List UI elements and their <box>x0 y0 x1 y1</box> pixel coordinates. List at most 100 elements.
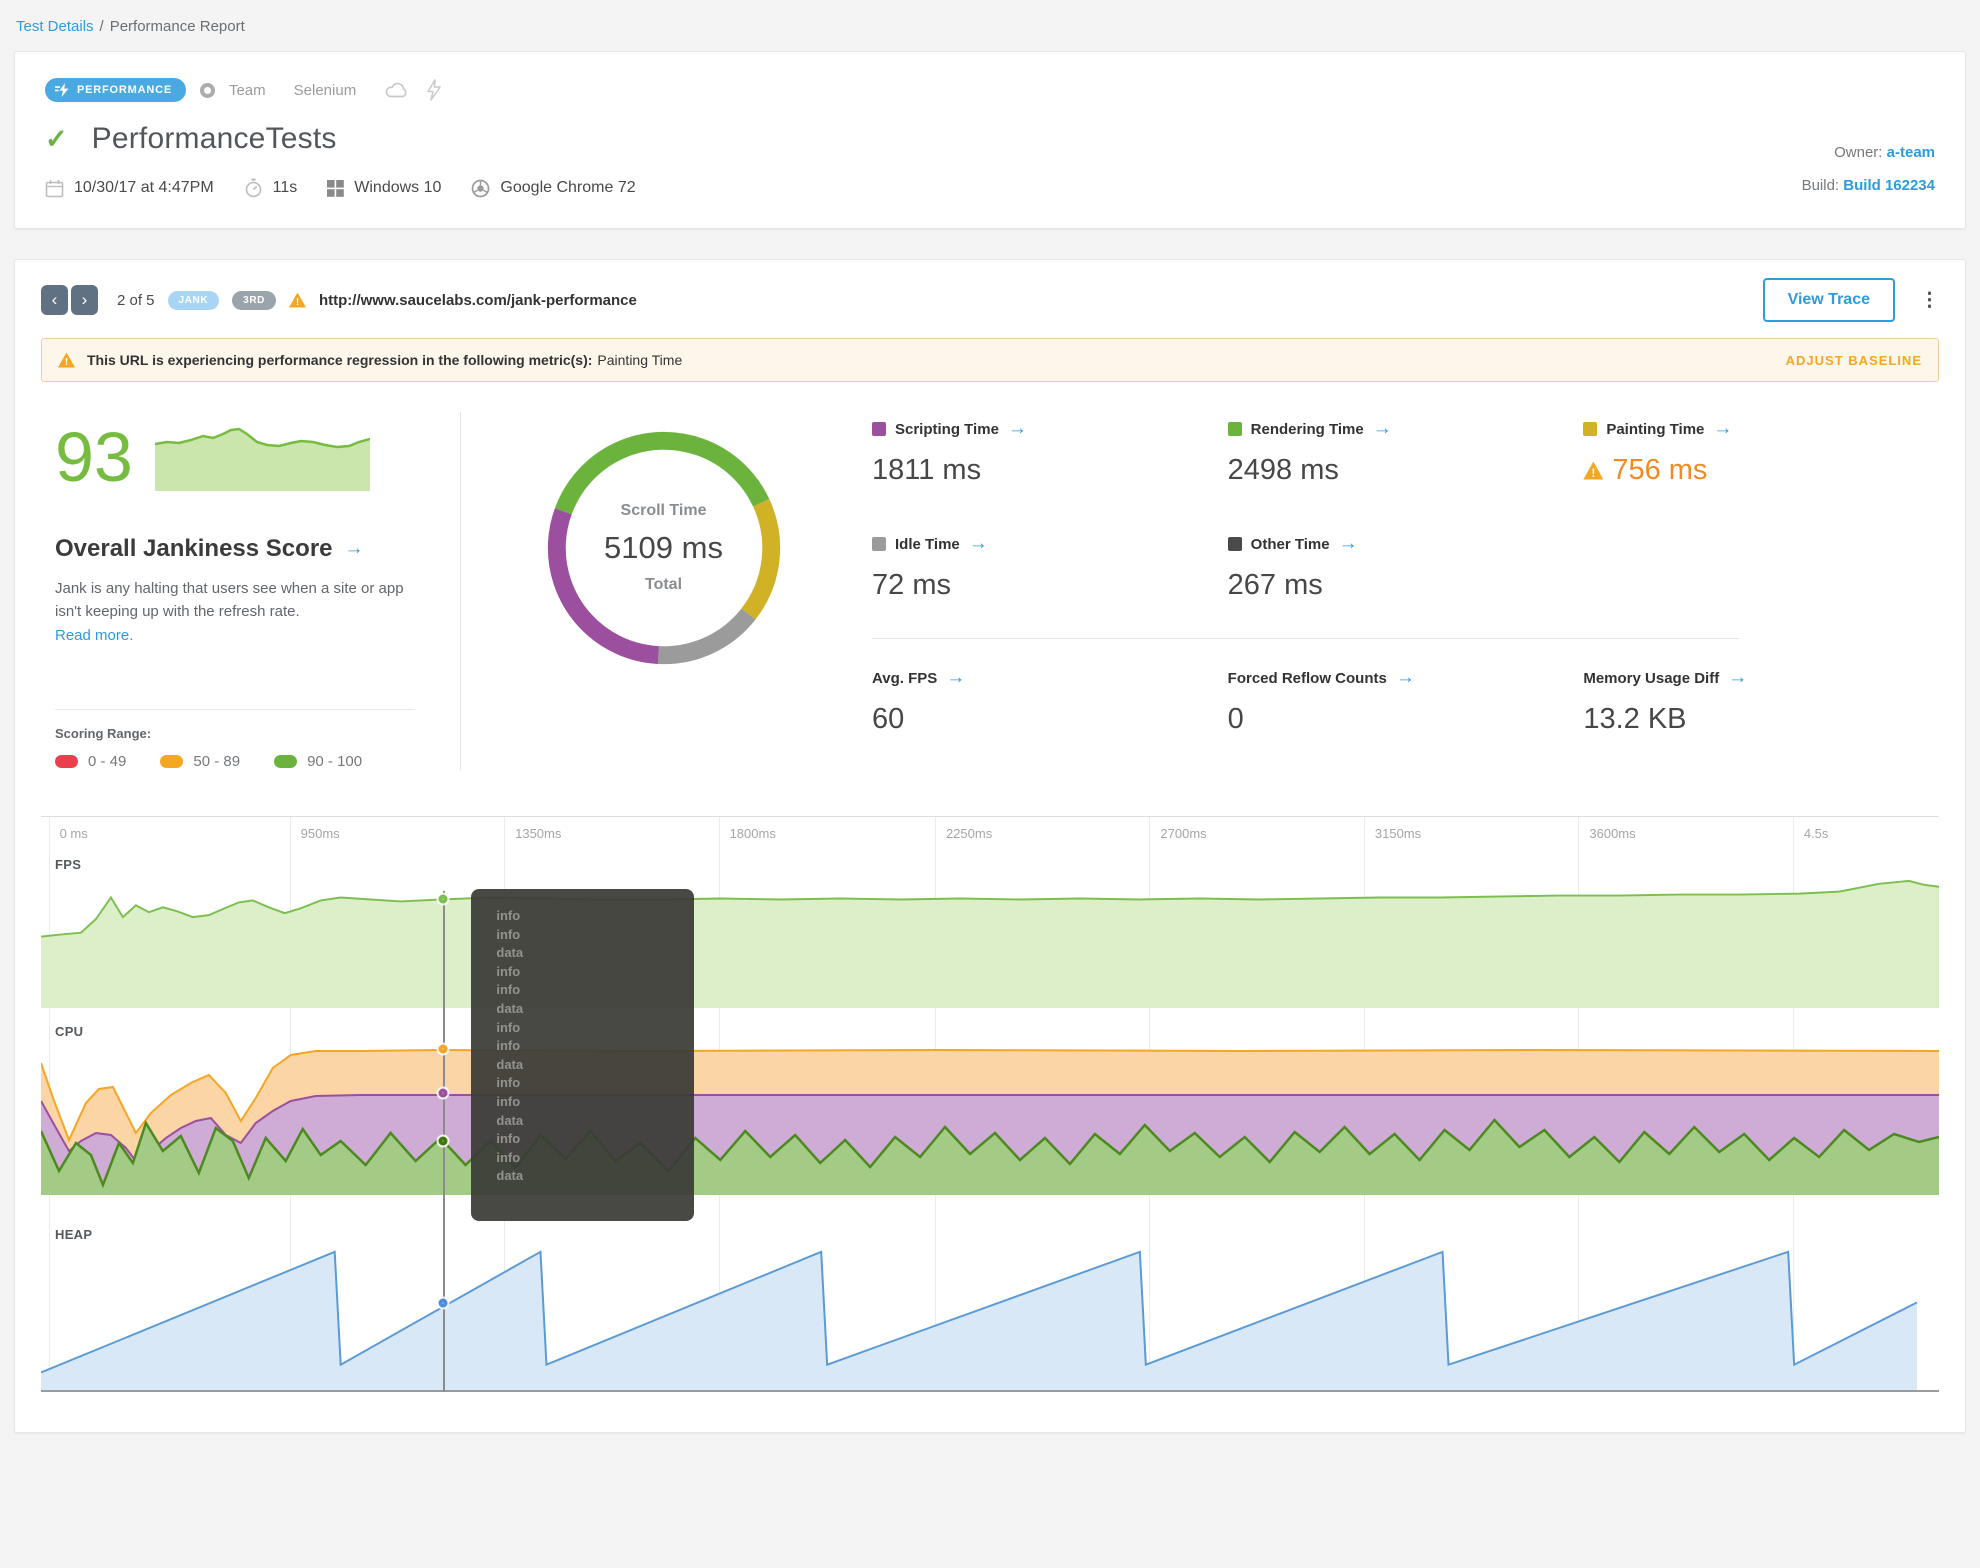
metrics-divider <box>872 638 1739 639</box>
metric-avg-fps: Avg. FPS 60 <box>872 667 1228 736</box>
framework-label: Selenium <box>293 81 357 99</box>
metric-arrow-icon[interactable] <box>1396 667 1415 689</box>
jank-badge: JANK <box>167 290 220 310</box>
url-position: 2 of 5 <box>117 291 155 309</box>
tooltip-row: info <box>496 963 521 979</box>
os-group: Windows 10 <box>327 179 441 197</box>
cursor-marker-cpu-scripting <box>438 1088 448 1098</box>
test-header-card: PERFORMANCE Team Selenium PerformanceTes… <box>14 51 1966 229</box>
stopwatch-icon <box>245 178 261 198</box>
passed-check-icon <box>45 124 68 155</box>
metric-arrow-icon[interactable] <box>946 667 965 689</box>
tooltip-row: data <box>496 1168 524 1184</box>
metric-label: Other Time <box>1250 535 1330 553</box>
lightning-icon <box>424 79 444 101</box>
adjust-baseline-button[interactable]: ADJUST BASELINE <box>1786 353 1922 368</box>
jankiness-link-arrow-icon[interactable] <box>345 538 364 560</box>
axis-tick-label: 3600ms <box>1589 826 1636 841</box>
owner-link[interactable]: a-team <box>1887 144 1935 161</box>
scroll-time-donut-panel: Scroll Time 5109 ms Total <box>461 412 866 770</box>
metric-arrow-icon[interactable] <box>1728 667 1747 689</box>
build-label: Build: <box>1801 177 1840 194</box>
timeline-tooltip: info info data info info data info info data info… <box>471 889 695 1221</box>
fps-section-label: FPS <box>55 857 82 872</box>
cursor-marker-fps <box>438 894 448 904</box>
cloud-icon <box>384 80 410 100</box>
metric-memory-usage-diff: Memory Usage Diff 13.2 KB <box>1583 667 1939 736</box>
axis-tick-label: 0 ms <box>59 826 88 841</box>
axis-tick-label: 3150ms <box>1374 826 1422 841</box>
cursor-marker-cpu-other <box>438 1044 448 1054</box>
tooltip-row: info <box>496 908 521 923</box>
range-high-label: 90 - 100 <box>307 753 363 770</box>
metric-label: Painting Time <box>1606 420 1705 438</box>
url-warning-icon <box>288 292 306 308</box>
tooltip-row: info <box>496 1093 521 1109</box>
date-group: 10/30/17 at 4:47PM <box>45 179 214 198</box>
calendar-icon <box>45 179 64 197</box>
range-low: 0 - 49 <box>55 753 126 770</box>
metric-painting-time: Painting Time 756 ms <box>1583 418 1939 487</box>
metric-label: Idle Time <box>895 535 960 553</box>
breadcrumb-separator: / <box>99 18 104 35</box>
donut-label-bottom: Total <box>644 576 683 593</box>
range-mid-swatch <box>160 755 184 768</box>
other-swatch <box>1227 537 1242 551</box>
cursor-marker-heap <box>438 1298 448 1308</box>
scoring-range-label: Scoring Range: <box>55 726 152 741</box>
range-high-swatch <box>274 755 298 768</box>
test-browser: Google Chrome 72 <box>500 179 636 196</box>
chevron-left-icon <box>52 290 58 310</box>
tooltip-row: data <box>496 945 524 961</box>
fps-chart[interactable] <box>41 876 1939 1008</box>
metric-arrow-icon[interactable] <box>1713 418 1732 440</box>
axis-tick-label: 1800ms <box>729 826 776 841</box>
tooltip-row: info <box>496 1075 521 1091</box>
metric-label: Scripting Time <box>895 420 999 438</box>
metric-arrow-icon[interactable] <box>1373 418 1392 440</box>
view-trace-button[interactable]: View Trace <box>1762 278 1895 322</box>
banner-warning-icon <box>58 352 75 368</box>
metric-label: Memory Usage Diff <box>1583 669 1720 687</box>
metric-label: Avg. FPS <box>872 669 938 687</box>
heap-chart[interactable] <box>41 1246 1939 1392</box>
metric-arrow-icon[interactable] <box>969 533 988 555</box>
range-low-label: 0 - 49 <box>88 753 127 770</box>
cpu-chart[interactable] <box>41 1043 1939 1195</box>
test-date: 10/30/17 at 4:47PM <box>74 179 214 196</box>
metric-idle-time: Idle Time 72 ms <box>872 533 1228 602</box>
metric-forced-reflow: Forced Reflow Counts 0 <box>1228 667 1584 736</box>
breadcrumb-current: Performance Report <box>109 18 245 35</box>
kebab-menu-icon[interactable] <box>1920 289 1939 312</box>
performance-bolt-icon <box>55 83 69 97</box>
metric-value: 60 <box>872 703 905 735</box>
metric-rendering-time: Rendering Time 2498 ms <box>1227 418 1584 487</box>
tooltip-row: info <box>496 1149 521 1165</box>
tooltip-row: info <box>496 1131 521 1147</box>
axis-tick-label: 2250ms <box>945 826 993 841</box>
timeline-section: 0 ms 950ms 1350ms 1800ms 2250ms 2700ms 3150ms 3… <box>41 816 1939 1392</box>
metric-arrow-icon[interactable] <box>1008 418 1027 440</box>
next-url-button[interactable] <box>71 285 98 315</box>
painting-swatch <box>1583 422 1598 436</box>
tooltip-row: data <box>496 1112 524 1128</box>
metric-value: 72 ms <box>872 569 951 601</box>
breadcrumb-link-test-details[interactable]: Test Details <box>16 18 94 35</box>
owner-build-box: Owner: a-team Build: Build 162234 <box>1802 136 1935 202</box>
prev-url-button[interactable] <box>41 285 68 315</box>
windows-icon <box>327 179 345 197</box>
third-party-badge: 3RD <box>232 290 276 310</box>
tooltip-row: data <box>496 1056 524 1072</box>
metric-value: 13.2 KB <box>1583 703 1687 735</box>
read-more-link[interactable]: Read more. <box>55 627 133 644</box>
axis-tick-label: 4.5s <box>1803 826 1829 841</box>
rendering-swatch <box>1227 422 1242 436</box>
build-link[interactable]: Build 162234 <box>1843 177 1935 194</box>
timeline-axis: 0 ms 950ms 1350ms 1800ms 2250ms 2700ms 3150ms 3… <box>41 817 1939 851</box>
scoring-range: Scoring Range: 0 - 49 50 - 89 90 - 100 <box>55 709 415 770</box>
axis-tick-label: 950ms <box>300 826 340 841</box>
heap-section-label: HEAP <box>55 1227 93 1242</box>
jankiness-score-panel: 93 Overall Jankiness Score Jank is any h… <box>41 412 461 770</box>
axis-tick-label: 2700ms <box>1160 826 1207 841</box>
metric-arrow-icon[interactable] <box>1339 533 1358 555</box>
